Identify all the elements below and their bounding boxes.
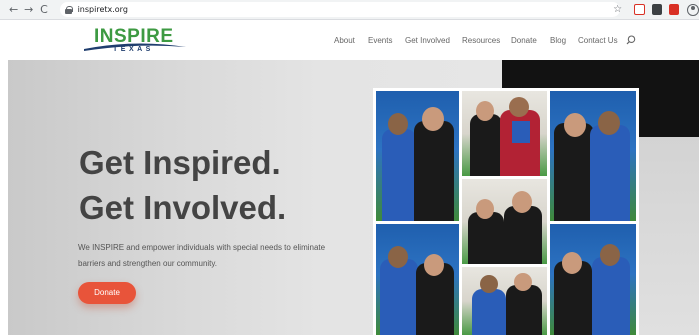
site-header: INSPIRE TEXAS About Events Get Involved … [0,20,699,60]
collage-photo [462,179,547,264]
back-arrow-icon[interactable]: ← [6,2,21,18]
profile-avatar-icon[interactable] [687,3,699,16]
nav-get-involved[interactable]: Get Involved [405,36,450,45]
hero-title-line-1: Get Inspired. [79,144,281,181]
search-icon[interactable] [626,35,636,45]
nav-events[interactable]: Events [368,36,392,45]
logo-wordmark: INSPIRE [94,26,174,47]
collage-photo [376,224,459,335]
collage-photo [462,91,547,176]
inspire-texas-logo[interactable]: INSPIRE TEXAS [80,25,190,57]
collage-photo [550,91,636,221]
logo-subtitle: TEXAS [113,46,154,53]
nav-blog[interactable]: Blog [550,36,566,45]
hero-section: Get Inspired. Get Involved. We INSPIRE a… [8,60,699,335]
lock-icon [64,5,73,14]
pdf-extension-icon[interactable] [669,4,680,15]
nav-resources[interactable]: Resources [462,36,500,45]
forward-arrow-icon[interactable]: → [21,2,36,18]
address-bar[interactable]: inspiretx.org ☆ [59,2,622,17]
hero-description: We INSPIRE and empower individuals with … [78,243,326,268]
shield-extension-icon[interactable] [634,4,645,15]
bookmark-star-icon[interactable]: ☆ [613,2,622,17]
nav-about[interactable]: About [334,36,355,45]
nav-donate[interactable]: Donate [511,36,537,45]
donate-button[interactable]: Donate [78,282,136,304]
browser-toolbar: ← → C inspiretx.org ☆ [0,0,699,20]
nav-contact-us[interactable]: Contact Us [578,36,618,45]
collage-photo [550,224,636,335]
url-text[interactable]: inspiretx.org [78,5,128,14]
dark-extension-icon[interactable] [651,4,663,15]
photo-collage [373,88,639,335]
hero-title-line-2: Get Involved. [79,189,287,226]
collage-photo [376,91,459,221]
reload-icon[interactable]: C [36,2,51,18]
collage-photo [462,267,547,335]
